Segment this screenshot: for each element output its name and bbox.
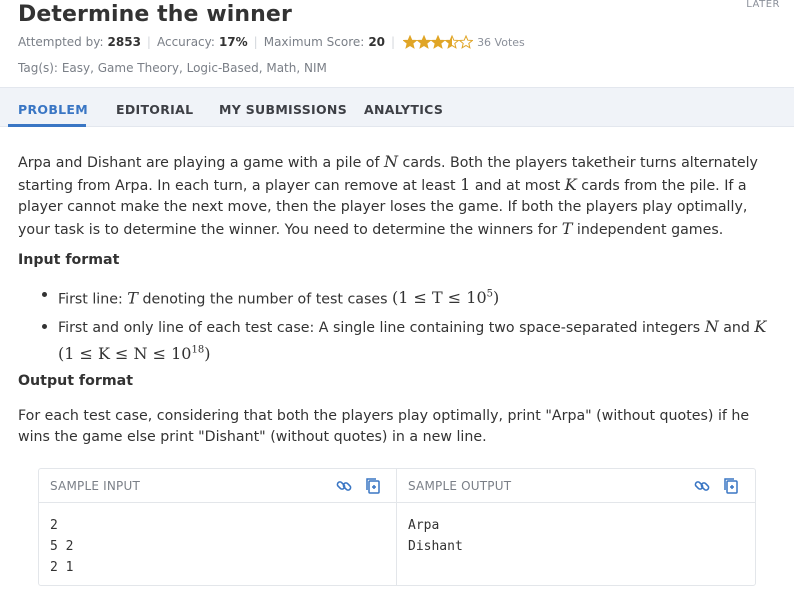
tag-list: Easy, Game Theory, Logic-Based, Math, NI… bbox=[62, 61, 327, 75]
input-format-list: First line: T denoting the number of tes… bbox=[40, 284, 780, 372]
sample-line: 2 bbox=[50, 518, 58, 533]
tag-link[interactable]: Easy, bbox=[62, 61, 98, 75]
var-t: T bbox=[561, 219, 573, 238]
constraint-nk: (1 ≤ K ≤ N ≤ 1018) bbox=[58, 343, 211, 363]
copy-icon[interactable] bbox=[364, 477, 382, 495]
output-format-text: For each test case, considering that bot… bbox=[18, 408, 750, 445]
list-item: First line: T denoting the number of tes… bbox=[40, 284, 780, 310]
tags-label: Tag(s): bbox=[18, 61, 58, 75]
max-score-value: 20 bbox=[368, 35, 386, 49]
tag-link[interactable]: NIM bbox=[304, 61, 327, 75]
link-icon[interactable] bbox=[335, 477, 353, 495]
star-icon[interactable] bbox=[431, 35, 446, 49]
problem-meta: Attempted by: 2853 | Accuracy: 17% | Max… bbox=[18, 35, 525, 49]
sample-input-content[interactable]: 2 5 2 2 1 bbox=[39, 503, 396, 590]
accuracy-label: Accuracy: bbox=[156, 35, 215, 49]
var-n: N bbox=[704, 317, 719, 337]
sample-line: 5 2 bbox=[50, 539, 74, 554]
tab-analytics[interactable]: ANALYTICS bbox=[364, 102, 443, 117]
tab-editorial[interactable]: EDITORIAL bbox=[116, 102, 193, 117]
sample-line: Arpa bbox=[408, 518, 440, 533]
tag-link[interactable]: Game Theory, bbox=[98, 61, 187, 75]
statement-text: independent games. bbox=[576, 222, 724, 238]
sample-io: SAMPLE INPUT 2 5 2 2 1 SAMPLE OUTPUT Arpa … bbox=[38, 468, 756, 586]
star-icon[interactable] bbox=[459, 35, 474, 49]
list-item: First and only line of each test case: A… bbox=[40, 316, 780, 365]
sample-input-panel: SAMPLE INPUT 2 5 2 2 1 bbox=[39, 469, 397, 585]
accuracy-value: 17% bbox=[218, 35, 248, 49]
attempted-value: 2853 bbox=[107, 35, 141, 49]
active-tab-indicator bbox=[8, 124, 86, 127]
var-t: T bbox=[127, 288, 138, 308]
input-format-heading: Input format bbox=[18, 252, 120, 268]
sample-output-panel: SAMPLE OUTPUT Arpa Dishant bbox=[397, 469, 755, 585]
bullet-text: and bbox=[723, 320, 750, 337]
bullet-text: First line: bbox=[58, 291, 123, 308]
statement-text: Arpa and Dishant are playing a game with… bbox=[18, 155, 380, 171]
sample-output-content[interactable]: Arpa Dishant bbox=[397, 503, 755, 569]
bookmark-icon[interactable] bbox=[720, 0, 742, 6]
max-score-label: Maximum Score: bbox=[263, 35, 365, 49]
tab-bar: PROBLEM EDITORIAL MY SUBMISSIONS ANALYTI… bbox=[0, 87, 794, 127]
statement-text: and at most bbox=[474, 178, 561, 194]
output-format-heading: Output format bbox=[18, 373, 133, 389]
tags-line: Tag(s): Easy, Game Theory, Logic-Based, … bbox=[18, 61, 327, 75]
var-k: K bbox=[564, 175, 577, 194]
problem-statement: Arpa and Dishant are playing a game with… bbox=[18, 151, 778, 241]
sample-line: 2 1 bbox=[50, 560, 74, 575]
const-one: 1 bbox=[460, 175, 471, 194]
bullet-text: First and only line of each test case: A… bbox=[58, 320, 701, 337]
sample-line: Dishant bbox=[408, 539, 463, 554]
sample-output-label: SAMPLE OUTPUT bbox=[408, 479, 512, 493]
tab-my-submissions[interactable]: MY SUBMISSIONS bbox=[219, 102, 347, 117]
page-title: Determine the winner bbox=[18, 2, 292, 27]
tag-link[interactable]: Logic-Based, bbox=[187, 61, 267, 75]
constraint-t: (1 ≤ T ≤ 105) bbox=[392, 288, 500, 308]
var-k: K bbox=[754, 317, 767, 337]
later-button[interactable]: LATER bbox=[746, 0, 780, 10]
attempted-label: Attempted by: bbox=[18, 35, 104, 49]
bullet-text: denoting the number of test cases bbox=[142, 291, 388, 308]
link-icon[interactable] bbox=[693, 477, 711, 495]
tab-problem[interactable]: PROBLEM bbox=[18, 102, 88, 117]
star-icon[interactable] bbox=[445, 35, 460, 49]
var-n: N bbox=[384, 152, 398, 171]
star-icon[interactable] bbox=[403, 35, 418, 49]
star-icon[interactable] bbox=[417, 35, 432, 49]
copy-icon[interactable] bbox=[722, 477, 740, 495]
tag-link[interactable]: Math, bbox=[266, 61, 304, 75]
votes-count: 36 Votes bbox=[477, 35, 525, 49]
sample-input-label: SAMPLE INPUT bbox=[50, 479, 140, 493]
rating-stars[interactable] bbox=[403, 35, 474, 49]
